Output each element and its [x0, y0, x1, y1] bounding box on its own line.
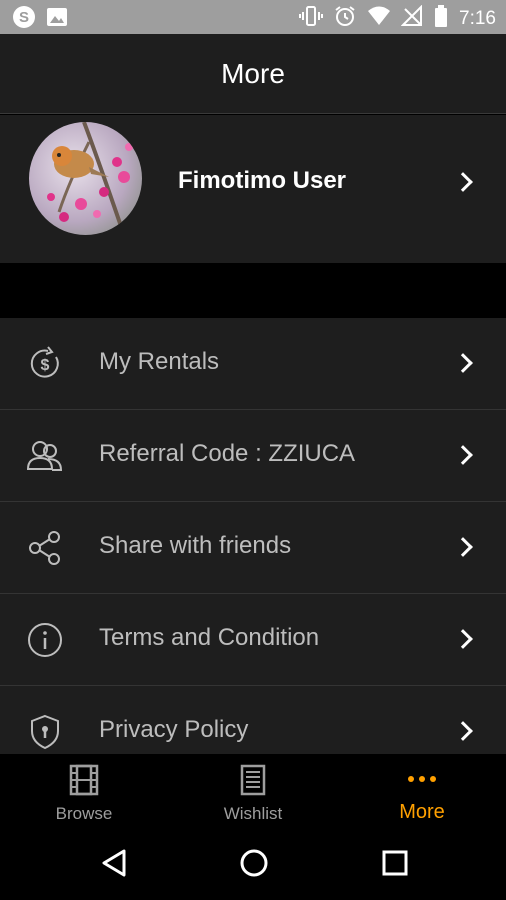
page-title: More: [221, 57, 285, 89]
film-icon: [69, 764, 99, 801]
skype-icon: S: [12, 5, 36, 34]
svg-text:S: S: [19, 9, 29, 26]
tab-label: Browse: [55, 804, 113, 823]
battery-icon: [433, 4, 449, 33]
chevron-right-icon: [453, 537, 473, 557]
status-time: 7:16: [459, 7, 496, 29]
chevron-right-icon: [453, 353, 473, 373]
back-icon[interactable]: [100, 848, 128, 883]
wifi-icon: [367, 4, 391, 33]
alarm-icon: [333, 4, 357, 33]
menu-item-terms[interactable]: Terms and Condition: [0, 594, 506, 686]
vibrate-icon: [299, 4, 324, 33]
bottom-nav: Browse Wishlist More: [0, 754, 506, 830]
tab-browse[interactable]: Browse: [0, 754, 168, 830]
tab-label: Wishlist: [223, 804, 283, 823]
menu-item-referral-code[interactable]: Referral Code : ZZIUCA: [0, 410, 506, 502]
status-bar: S 7:16: [0, 0, 506, 34]
no-signal-icon: [400, 4, 423, 32]
menu-item-my-rentals[interactable]: $ My Rentals: [0, 318, 506, 410]
menu-label: My Rentals: [99, 348, 220, 375]
share-icon: [26, 529, 64, 567]
section-divider: [0, 263, 506, 318]
image-icon: [46, 6, 68, 33]
profile-name: Fimotimo User: [178, 167, 347, 194]
profile-row[interactable]: Fimotimo User: [0, 115, 506, 263]
chevron-right-icon: [453, 445, 473, 465]
list-icon: [240, 764, 266, 801]
menu-list: $ My Rentals Referral Code : ZZIUCA Shar…: [0, 318, 506, 754]
shield-lock-icon: [26, 713, 64, 751]
rental-money-icon: $: [26, 345, 64, 383]
menu-label: Share with friends: [99, 532, 292, 559]
info-icon: [26, 621, 64, 659]
tab-wishlist[interactable]: Wishlist: [169, 754, 337, 830]
menu-label: Referral Code : ZZIUCA: [99, 440, 356, 467]
menu-item-share[interactable]: Share with friends: [0, 502, 506, 594]
referral-users-icon: [26, 437, 64, 475]
menu-label: Terms and Condition: [99, 624, 320, 651]
tab-more[interactable]: More: [338, 754, 506, 830]
chevron-right-icon: [453, 721, 473, 741]
tab-label: More: [399, 801, 445, 823]
menu-item-privacy[interactable]: Privacy Policy: [0, 686, 506, 754]
avatar: [29, 122, 142, 235]
system-nav-bar: [0, 830, 506, 900]
chevron-right-icon: [453, 172, 473, 192]
recents-icon[interactable]: [381, 848, 409, 883]
home-icon[interactable]: [239, 848, 269, 883]
menu-label: Privacy Policy: [99, 716, 249, 743]
svg-text:$: $: [41, 357, 50, 374]
app-header: More: [0, 34, 506, 114]
more-dots-icon: [407, 770, 437, 788]
chevron-right-icon: [453, 629, 473, 649]
